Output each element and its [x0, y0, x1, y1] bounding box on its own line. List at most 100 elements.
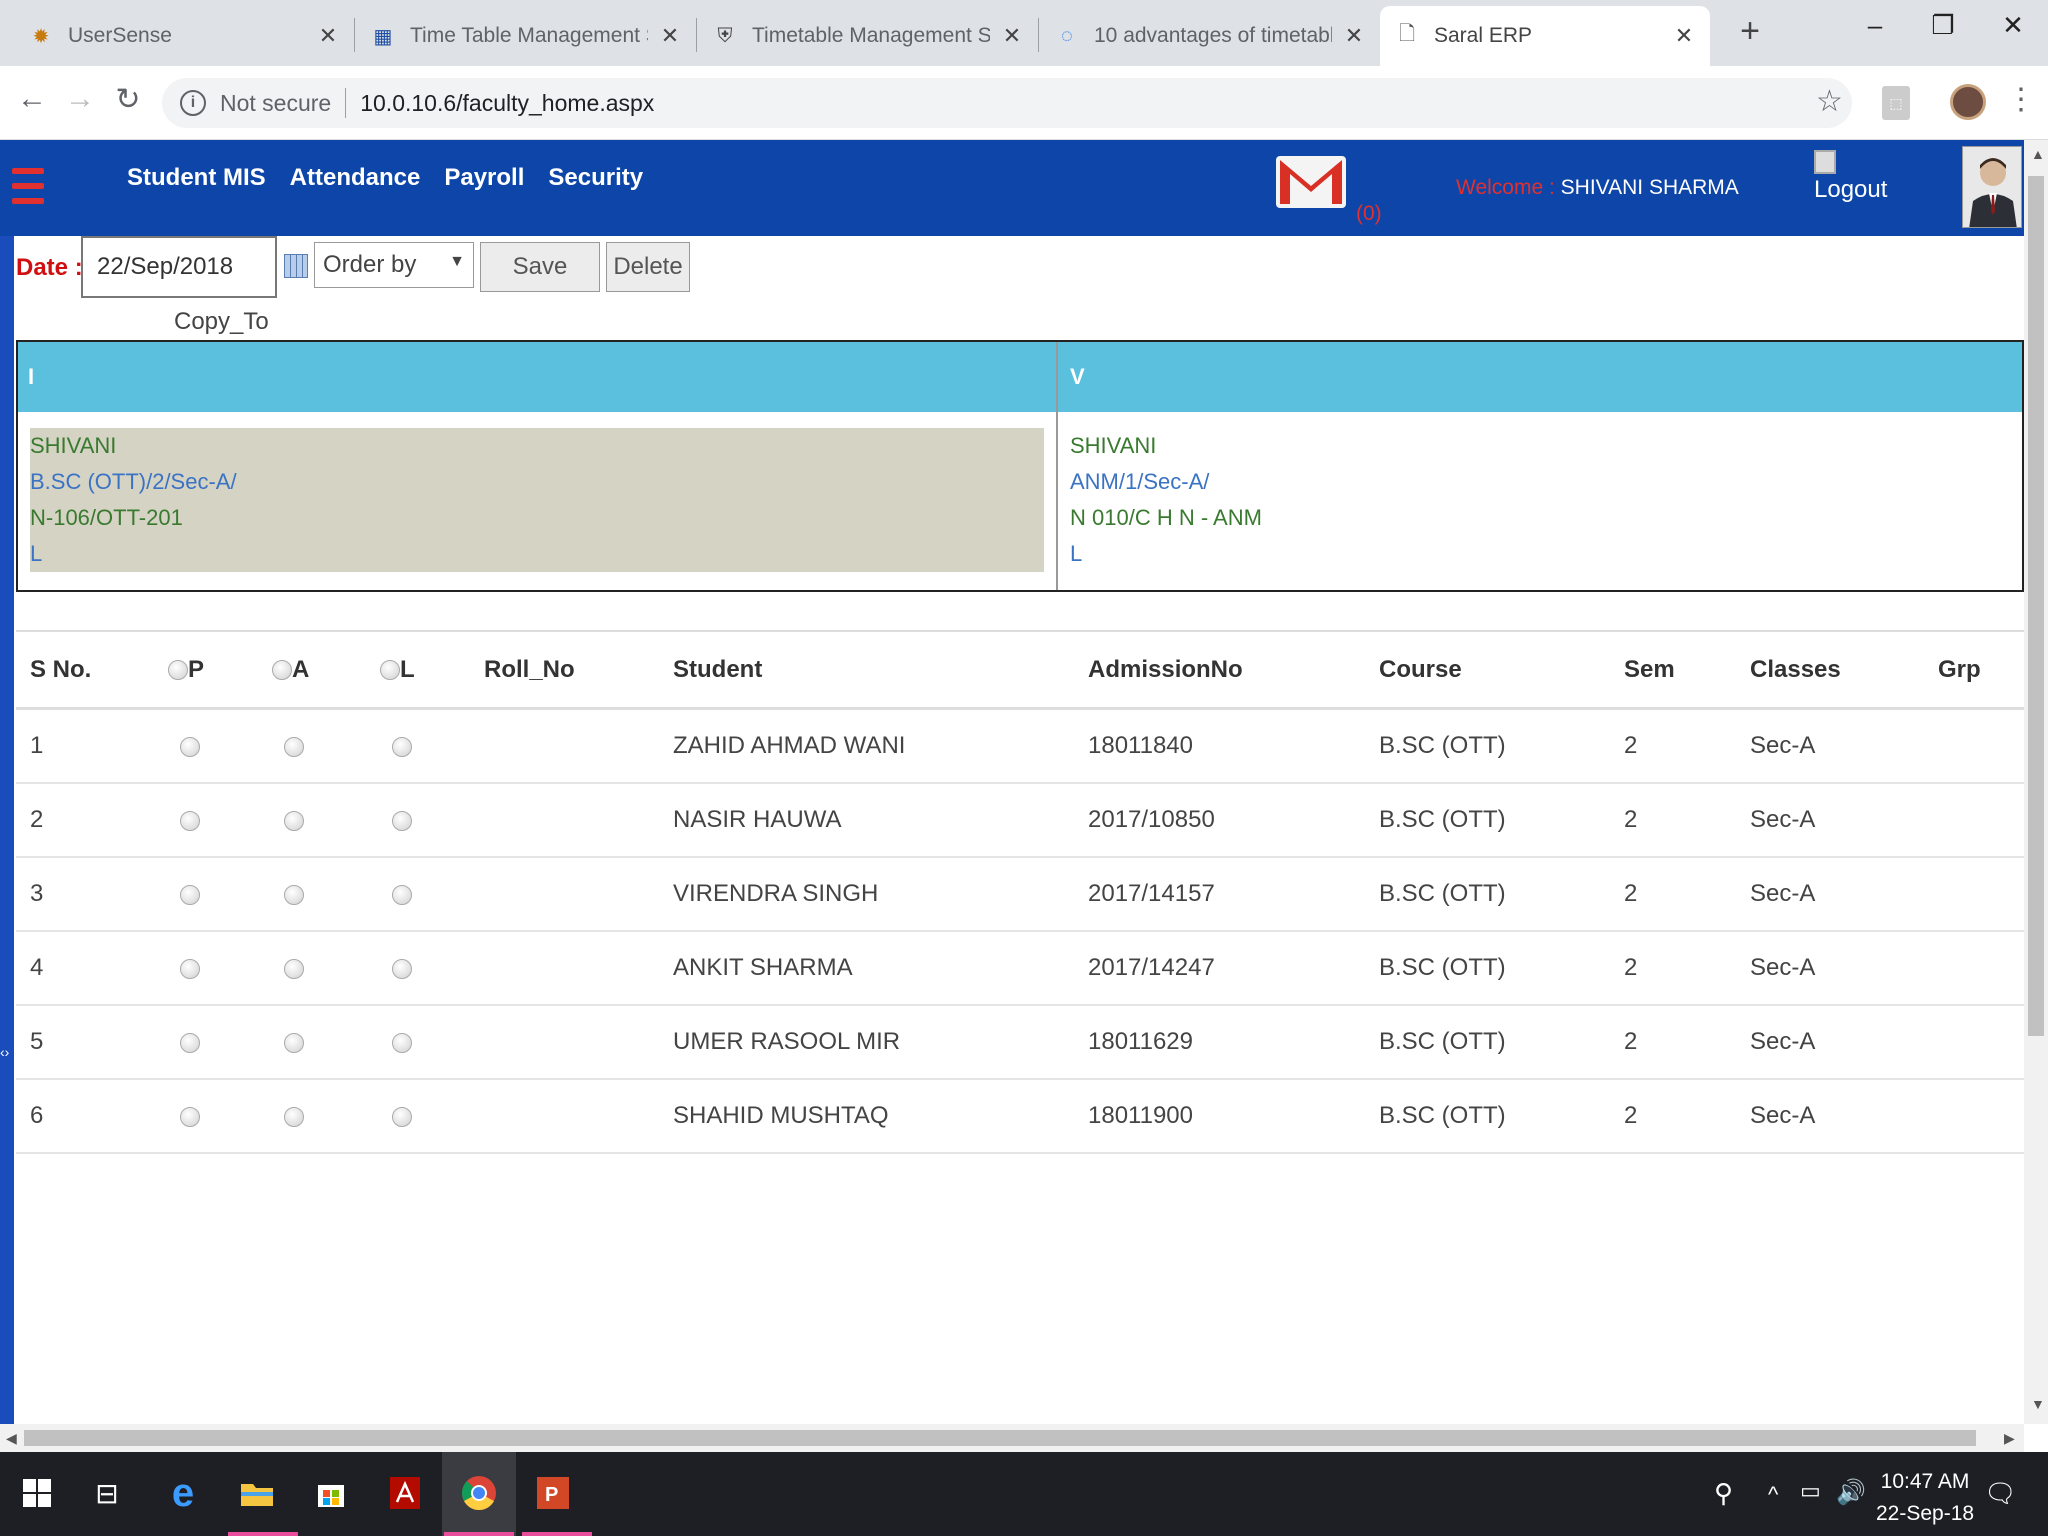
new-tab-button[interactable]: + — [1730, 12, 1770, 51]
radio-circle-icon[interactable] — [392, 736, 412, 757]
info-icon[interactable]: i — [180, 90, 206, 116]
store-icon[interactable] — [308, 1470, 354, 1516]
save-button[interactable]: Save — [480, 242, 600, 292]
order-by-select[interactable]: Order by ▼ — [314, 242, 474, 288]
present-radio[interactable] — [180, 1102, 200, 1130]
copy-to-link[interactable]: Copy_To — [174, 308, 269, 336]
delete-button[interactable]: Delete — [606, 242, 690, 292]
close-icon[interactable]: ✕ — [1000, 23, 1024, 49]
menu-kebab-icon[interactable]: ⋮ — [2006, 82, 2036, 117]
calendar-icon[interactable] — [284, 254, 308, 278]
radio-circle-icon[interactable] — [180, 810, 200, 831]
menu-attendance[interactable]: Attendance — [290, 164, 421, 192]
back-icon[interactable]: ← — [12, 82, 52, 116]
address-bar[interactable]: i Not secure 10.0.10.6/faculty_home.aspx — [162, 78, 1852, 128]
absent-radio[interactable] — [284, 806, 304, 834]
task-view-icon[interactable]: ⊟ — [84, 1470, 130, 1516]
radio-circle-icon[interactable] — [180, 1032, 200, 1053]
radio-circle-icon[interactable] — [392, 1032, 412, 1053]
absent-radio[interactable] — [284, 732, 304, 760]
close-window-icon[interactable]: ✕ — [1988, 10, 2038, 41]
browser-tab[interactable]: ⛨ Timetable Management Syster ✕ — [698, 6, 1038, 66]
reload-icon[interactable]: ↻ — [108, 82, 148, 117]
radio-circle-icon[interactable] — [180, 1106, 200, 1127]
select-all-absent-radio[interactable] — [272, 660, 292, 681]
system-clock[interactable]: 10:47 AM 22-Sep-18 — [1876, 1466, 1974, 1530]
browser-tab[interactable]: ◌ 10 advantages of timetable ma ✕ — [1040, 6, 1380, 66]
browser-tab-active[interactable]: 🗋 Saral ERP ✕ — [1380, 6, 1710, 66]
radio-circle-icon[interactable] — [284, 958, 304, 979]
radio-circle-icon[interactable] — [180, 958, 200, 979]
radio-circle-icon[interactable] — [180, 884, 200, 905]
radio-circle-icon[interactable] — [284, 810, 304, 831]
absent-radio[interactable] — [284, 880, 304, 908]
menu-payroll[interactable]: Payroll — [444, 164, 524, 192]
select-all-leave-radio[interactable] — [380, 660, 400, 681]
present-radio[interactable] — [180, 732, 200, 760]
browser-tab[interactable]: ▦ Time Table Management Syste ✕ — [356, 6, 696, 66]
menu-student-mis[interactable]: Student MIS — [127, 164, 266, 192]
close-icon[interactable]: ✕ — [658, 23, 682, 49]
leave-radio[interactable] — [392, 1028, 412, 1056]
close-icon[interactable]: ✕ — [1672, 23, 1696, 49]
vertical-scrollbar[interactable]: ▲ ▼ — [2024, 140, 2048, 1424]
absent-radio[interactable] — [284, 1028, 304, 1056]
leave-radio[interactable] — [392, 954, 412, 982]
horizontal-scroll-thumb[interactable] — [24, 1430, 1976, 1446]
leave-radio[interactable] — [392, 880, 412, 908]
edge-browser-icon[interactable]: e — [160, 1470, 206, 1516]
logout-link[interactable]: Logout — [1814, 150, 1887, 204]
notifications-icon[interactable]: 🗨 — [1984, 1478, 2017, 1509]
bookmark-star-icon[interactable]: ☆ — [1816, 84, 1843, 119]
radio-circle-icon[interactable] — [284, 1032, 304, 1053]
people-icon[interactable]: ⚲ — [1714, 1478, 1733, 1509]
present-radio[interactable] — [180, 1028, 200, 1056]
scroll-right-icon[interactable]: ▶ — [2004, 1430, 2015, 1447]
browser-tab[interactable]: ✹ UserSense ✕ — [14, 6, 354, 66]
restore-icon[interactable]: ❐ — [1918, 10, 1968, 41]
menu-security[interactable]: Security — [548, 164, 643, 192]
profile-avatar[interactable] — [1950, 84, 1986, 120]
radio-circle-icon[interactable] — [392, 884, 412, 905]
radio-circle-icon[interactable] — [392, 810, 412, 831]
file-explorer-icon[interactable] — [234, 1470, 280, 1516]
scroll-down-icon[interactable]: ▼ — [2031, 1396, 2045, 1412]
present-radio[interactable] — [180, 880, 200, 908]
hamburger-menu-icon[interactable] — [12, 168, 44, 213]
mail-icon[interactable] — [1276, 156, 1346, 208]
absent-radio[interactable] — [284, 1102, 304, 1130]
scroll-left-icon[interactable]: ◀ — [6, 1430, 17, 1447]
radio-circle-icon[interactable] — [392, 1106, 412, 1127]
radio-circle-icon[interactable] — [284, 1106, 304, 1127]
radio-circle-icon[interactable] — [284, 736, 304, 757]
leave-radio[interactable] — [392, 1102, 412, 1130]
period-slot[interactable]: SHIVANI ANM/1/Sec-A/ N 010/C H N - ANM L — [1070, 428, 1970, 572]
show-hidden-icons-chevron[interactable]: ^ — [1768, 1482, 1778, 1508]
forward-icon[interactable]: → — [60, 82, 100, 116]
pdf-extension-icon[interactable]: ⬚ — [1882, 86, 1910, 120]
date-input[interactable] — [81, 236, 277, 298]
radio-circle-icon[interactable] — [392, 958, 412, 979]
close-icon[interactable]: ✕ — [316, 23, 340, 49]
chrome-icon[interactable] — [456, 1470, 502, 1516]
present-radio[interactable] — [180, 954, 200, 982]
present-radio[interactable] — [180, 806, 200, 834]
select-all-present-radio[interactable] — [168, 660, 188, 681]
leave-radio[interactable] — [392, 806, 412, 834]
battery-icon[interactable]: ▭ — [1800, 1478, 1821, 1504]
collapse-handle-icon[interactable]: ‹› — [0, 1044, 9, 1060]
scroll-up-icon[interactable]: ▲ — [2031, 146, 2045, 162]
vertical-scroll-thumb[interactable] — [2028, 176, 2044, 1036]
acrobat-reader-icon[interactable] — [382, 1470, 428, 1516]
radio-circle-icon[interactable] — [284, 884, 304, 905]
windows-start-icon[interactable] — [14, 1470, 60, 1516]
volume-icon[interactable]: 🔊 — [1836, 1478, 1866, 1507]
horizontal-scrollbar[interactable]: ◀ ▶ — [0, 1424, 2024, 1452]
radio-circle-icon[interactable] — [180, 736, 200, 757]
close-icon[interactable]: ✕ — [1342, 23, 1366, 49]
powerpoint-icon[interactable]: P — [530, 1470, 576, 1516]
period-slot-selected[interactable]: SHIVANI B.SC (OTT)/2/Sec-A/ N-106/OTT-20… — [30, 428, 1044, 572]
leave-radio[interactable] — [392, 732, 412, 760]
minimize-icon[interactable]: – — [1850, 10, 1900, 41]
absent-radio[interactable] — [284, 954, 304, 982]
